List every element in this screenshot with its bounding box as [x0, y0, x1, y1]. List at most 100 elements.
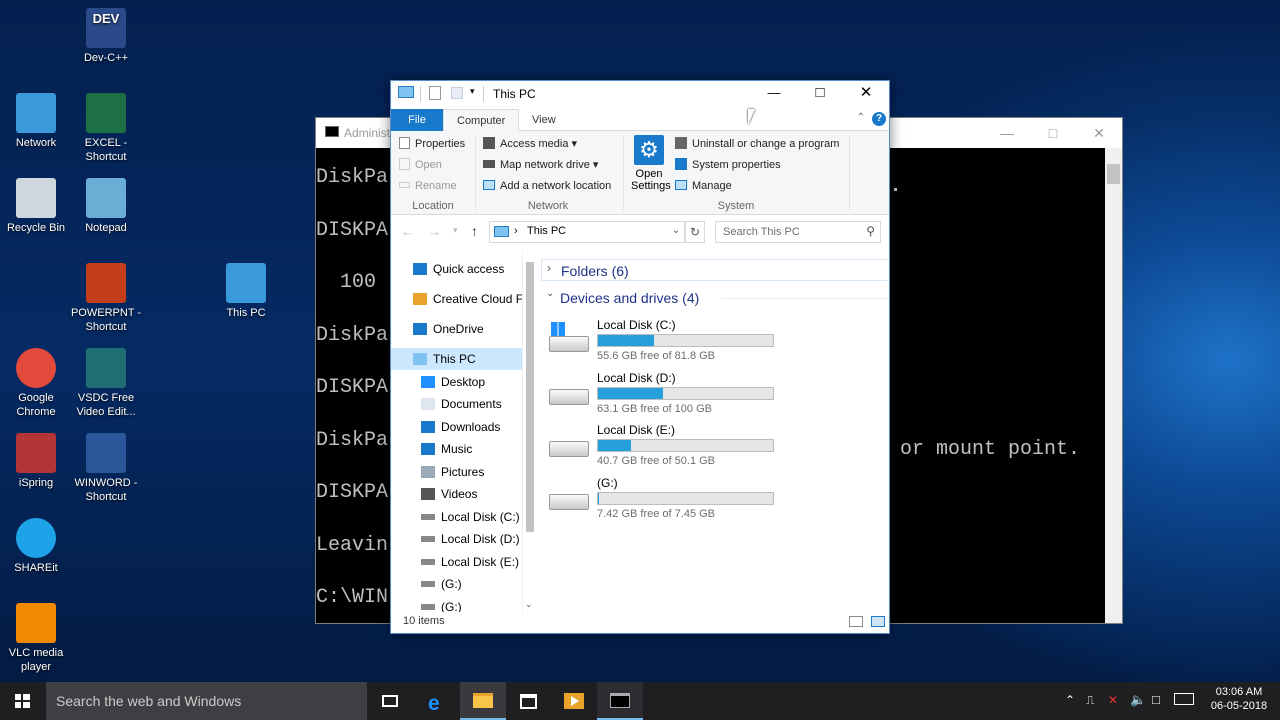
navigation-pane[interactable]: Quick access Creative Cloud Fil OneDrive Th…: [391, 252, 522, 612]
desktop-icon-ispring[interactable]: iSpring: [0, 433, 72, 490]
clock-time: 03:06 AM: [1215, 686, 1263, 698]
desktop-icon-excel-shortcut[interactable]: EXCEL - Shortcut: [70, 93, 142, 164]
drive-tile[interactable]: (G:) 7.42 GB free of 7.45 GB: [541, 476, 781, 528]
map-drive-button[interactable]: Map network drive ▾: [483, 156, 598, 174]
power-icon[interactable]: ⎍: [1086, 693, 1094, 708]
downloads-icon: [421, 421, 435, 433]
maximize-button[interactable]: □: [1030, 118, 1076, 148]
folders-group-header[interactable]: › Folders (6): [541, 259, 887, 281]
add-location-button[interactable]: Add a network location: [483, 177, 611, 195]
close-button[interactable]: ✕: [1076, 118, 1122, 148]
rename-button[interactable]: Rename: [399, 177, 457, 195]
recent-dropdown-icon[interactable]: ▾: [453, 225, 458, 236]
desktop-icon-label: Network: [15, 137, 57, 149]
store-icon[interactable]: [506, 682, 552, 720]
properties-qat-icon[interactable]: [429, 86, 441, 100]
system-properties-button[interactable]: System properties: [675, 156, 781, 174]
nav-item-label: Videos: [441, 487, 478, 501]
minimize-button[interactable]: —: [751, 81, 797, 107]
address-bar[interactable]: › This PC ⌄: [489, 221, 685, 243]
open-button[interactable]: Open: [399, 156, 442, 174]
desktop-icon-google-chrome[interactable]: Google Chrome: [0, 348, 72, 419]
nav-item[interactable]: Quick access: [391, 258, 522, 280]
cmd-scrollbar[interactable]: [1105, 148, 1122, 623]
properties-button[interactable]: Properties: [399, 135, 465, 153]
tab-file[interactable]: File: [391, 109, 443, 131]
desktop-icon-shareit[interactable]: SHAREit: [0, 518, 72, 575]
back-icon[interactable]: ←: [401, 224, 414, 239]
nav-item[interactable]: Pictures: [391, 461, 522, 483]
tiles-view-icon[interactable]: [871, 616, 885, 627]
nav-item[interactable]: Documents: [391, 393, 522, 415]
refresh-button[interactable]: ↻: [685, 221, 705, 243]
tab-computer[interactable]: Computer: [443, 109, 520, 132]
drive-tile[interactable]: Local Disk (D:) 63.1 GB free of 100 GB: [541, 371, 781, 423]
access-media-button[interactable]: Access media ▾: [483, 135, 577, 153]
nav-item[interactable]: Local Disk (E:): [391, 551, 522, 573]
details-view-icon[interactable]: [849, 616, 863, 627]
new-folder-qat-icon[interactable]: [451, 87, 463, 99]
network-icon[interactable]: ✕: [1108, 693, 1118, 707]
dev-cpp-icon: DEV: [86, 8, 126, 48]
manage-button[interactable]: Manage: [675, 177, 732, 195]
cmd-taskbar-icon[interactable]: [597, 682, 643, 720]
media-app-icon[interactable]: [551, 682, 597, 720]
help-icon[interactable]: ?: [872, 112, 886, 126]
nav-item[interactable]: Local Disk (D:): [391, 528, 522, 550]
desktop-icon-powerpnt-shortcut[interactable]: POWERPNT - Shortcut: [70, 263, 142, 334]
desktop-icon-vsdc-video-editor[interactable]: VSDC Free Video Edit...: [70, 348, 142, 419]
desktop-icon-notepad[interactable]: Notepad: [70, 178, 142, 235]
keyboard-icon[interactable]: [1174, 693, 1194, 705]
desktop-icon-label: EXCEL - Shortcut: [84, 137, 128, 163]
drive-name: Local Disk (D:): [597, 370, 676, 385]
explorer-window[interactable]: ▾ This PC — □ ✕ File Computer View ⌃ ? P…: [390, 80, 890, 634]
nav-item-label: Creative Cloud Fil: [433, 292, 522, 306]
show-hidden-icons-icon[interactable]: ⌃: [1065, 693, 1075, 707]
explorer-titlebar[interactable]: ▾ This PC — □ ✕: [391, 81, 889, 107]
qat-dropdown-icon[interactable]: ▾: [470, 86, 475, 97]
clock[interactable]: 03:06 AM 06-05-2018: [1206, 682, 1272, 720]
uninstall-button[interactable]: Uninstall or change a program: [675, 135, 839, 153]
nav-item[interactable]: This PC: [391, 348, 522, 370]
desktop-icon-this-pc[interactable]: This PC: [210, 263, 282, 320]
nav-item[interactable]: Local Disk (C:): [391, 506, 522, 528]
forward-icon[interactable]: →: [428, 224, 441, 239]
open-settings-button[interactable]: ⚙ Open Settings: [631, 135, 671, 192]
taskbar-search-box[interactable]: Search the web and Windows: [46, 682, 367, 720]
drive-tile[interactable]: Local Disk (E:) 40.7 GB free of 50.1 GB: [541, 423, 781, 475]
desktop-icon-vlc-media-player[interactable]: VLC media player: [0, 603, 72, 674]
nav-item[interactable]: Music: [391, 438, 522, 460]
nav-item[interactable]: Desktop: [391, 371, 522, 393]
nav-item[interactable]: Videos: [391, 483, 522, 505]
maximize-button[interactable]: □: [797, 81, 843, 107]
action-center-icon[interactable]: □: [1152, 692, 1160, 707]
nav-item[interactable]: Creative Cloud Fil: [391, 288, 522, 310]
address-dropdown-icon[interactable]: ⌄: [672, 225, 680, 236]
start-button[interactable]: [0, 682, 46, 720]
task-view-button[interactable]: [367, 682, 413, 720]
minimize-button[interactable]: —: [984, 118, 1030, 148]
nav-item[interactable]: Downloads: [391, 416, 522, 438]
drive-tile[interactable]: Local Disk (C:) 55.6 GB free of 81.8 GB: [541, 318, 781, 370]
devices-group-header[interactable]: ⌄ Devices and drives (4): [541, 287, 889, 309]
ispring-icon: [16, 433, 56, 473]
desktop-icon-dev-cpp[interactable]: DEV Dev-C++: [70, 8, 142, 65]
nav-item[interactable]: (G:): [391, 573, 522, 595]
desktop-icon-winword-shortcut[interactable]: WINWORD - Shortcut: [70, 433, 142, 504]
search-input[interactable]: Search This PC ⚲: [715, 221, 881, 243]
volume-icon[interactable]: 🔈: [1130, 692, 1146, 708]
collapse-ribbon-icon[interactable]: ⌃: [857, 112, 865, 123]
desktop-icon-network[interactable]: Network: [0, 93, 72, 150]
desktop-icon-recycle-bin[interactable]: Recycle Bin: [0, 178, 72, 235]
drive-free-space: 63.1 GB free of 100 GB: [597, 402, 712, 415]
nav-item[interactable]: OneDrive: [391, 318, 522, 340]
nav-item[interactable]: (G:): [391, 596, 522, 612]
file-explorer-taskbar-icon[interactable]: [460, 682, 506, 720]
up-icon[interactable]: ↑: [471, 223, 478, 239]
content-pane[interactable]: › Folders (6) ⌄ Devices and drives (4) L…: [531, 252, 889, 612]
close-button[interactable]: ✕: [843, 81, 889, 107]
edge-icon[interactable]: e: [414, 682, 460, 720]
rename-icon: [399, 182, 410, 188]
drive-name: (G:): [597, 475, 618, 490]
tab-view[interactable]: View: [519, 109, 569, 131]
